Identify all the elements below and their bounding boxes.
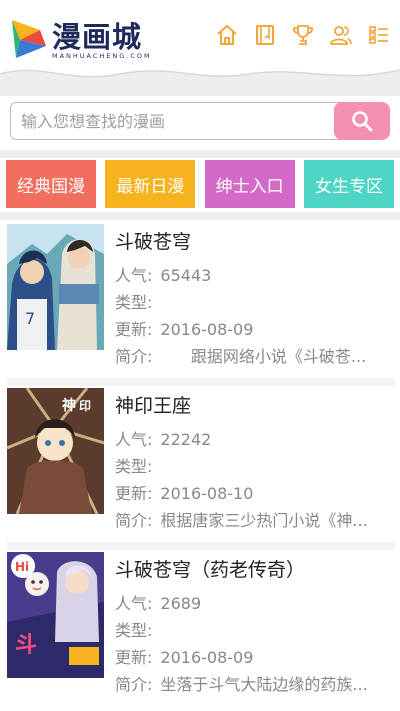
type-label: 类型:	[115, 293, 153, 312]
comic-cover-image[interactable]: 7	[7, 224, 104, 350]
comic-list: 7 斗破苍穹 人气: 65443 类型: 更新: 2016-08-09 简介: 跟据…	[0, 222, 400, 711]
category-latest-japanese[interactable]: 最新日漫	[105, 160, 196, 208]
comic-type: 类型:	[115, 453, 395, 480]
app-logo-text: 漫画城	[52, 20, 143, 54]
popularity-value: 65443	[160, 266, 212, 285]
updated-value: 2016-08-09	[160, 320, 254, 339]
comic-updated: 更新: 2016-08-09	[115, 316, 395, 343]
trophy-icon[interactable]	[290, 22, 316, 48]
header-wave-divider	[0, 69, 400, 96]
header-nav	[214, 22, 392, 48]
svg-text:7: 7	[25, 309, 35, 328]
comic-list-item[interactable]: 斗 Hi 斗破苍穹（药老传奇） 人气: 2689 类型: 更新: 2016-08-0…	[0, 550, 400, 711]
comic-popularity: 人气: 65443	[115, 262, 395, 289]
section-divider	[0, 212, 400, 220]
comic-summary: 简介: 根据唐家三少热门小说《神...	[115, 507, 395, 534]
updated-label: 更新:	[115, 648, 153, 667]
search-button[interactable]	[334, 102, 390, 140]
app-header: 漫画城 MANHUACHENG.COM	[0, 0, 400, 96]
svg-text:神: 神	[62, 397, 76, 414]
category-girls[interactable]: 女生专区	[303, 160, 394, 208]
category-classic-chinese[interactable]: 经典国漫	[6, 160, 96, 208]
popularity-value: 2689	[160, 594, 202, 613]
category-tabs: 经典国漫 最新日漫 绅士入口 女生专区	[6, 160, 394, 208]
home-icon[interactable]	[214, 22, 240, 48]
updated-label: 更新:	[115, 320, 153, 339]
type-label: 类型:	[115, 457, 153, 476]
comic-list-item[interactable]: 神 印 神印王座 人气: 22242 类型: 更新: 2016-08-10 简介: 根…	[0, 386, 400, 550]
comic-info: 斗破苍穹（药老传奇） 人气: 2689 类型: 更新: 2016-08-09 简介:…	[115, 550, 395, 698]
menu-icon[interactable]	[366, 22, 392, 48]
user-icon[interactable]	[328, 22, 354, 48]
comic-info: 神印王座 人气: 22242 类型: 更新: 2016-08-10 简介: 根据唐家三…	[115, 386, 395, 534]
comic-title[interactable]: 神印王座	[115, 386, 395, 426]
comic-summary: 简介: 坐落于斗气大陆边缘的药族...	[115, 671, 395, 698]
comic-cover-image[interactable]: 斗 Hi	[7, 552, 104, 678]
comic-cover-image[interactable]: 神 印	[7, 388, 104, 514]
summary-label: 简介:	[115, 511, 153, 530]
type-label: 类型:	[115, 621, 153, 640]
comic-title[interactable]: 斗破苍穹（药老传奇）	[115, 550, 395, 590]
svg-text:斗: 斗	[15, 633, 37, 658]
app-logo-subtitle: MANHUACHENG.COM	[52, 52, 152, 60]
comic-popularity: 人气: 2689	[115, 590, 395, 617]
comic-type: 类型:	[115, 289, 395, 316]
updated-label: 更新:	[115, 484, 153, 503]
svg-text:Hi: Hi	[15, 560, 29, 574]
comic-updated: 更新: 2016-08-10	[115, 480, 395, 507]
comic-summary: 简介: 跟据网络小说《斗破苍...	[115, 343, 395, 370]
comic-updated: 更新: 2016-08-09	[115, 644, 395, 671]
book-icon[interactable]	[252, 22, 278, 48]
comic-list-item[interactable]: 7 斗破苍穹 人气: 65443 类型: 更新: 2016-08-09 简介: 跟据…	[0, 222, 400, 386]
comic-title[interactable]: 斗破苍穹	[115, 222, 395, 262]
summary-label: 简介:	[115, 347, 153, 366]
summary-text: 坐落于斗气大陆边缘的药族...	[160, 675, 368, 694]
updated-value: 2016-08-09	[160, 648, 254, 667]
svg-text:印: 印	[79, 399, 91, 413]
summary-text: 根据唐家三少热门小说《神...	[160, 511, 368, 530]
item-divider	[7, 542, 395, 550]
section-divider	[0, 150, 400, 158]
search-icon	[352, 111, 373, 132]
summary-text: 跟据网络小说《斗破苍...	[160, 347, 367, 366]
popularity-value: 22242	[160, 430, 212, 449]
category-gentleman[interactable]: 绅士入口	[204, 160, 295, 208]
comic-info: 斗破苍穹 人气: 65443 类型: 更新: 2016-08-09 简介: 跟据网络…	[115, 222, 395, 370]
popularity-label: 人气:	[115, 430, 153, 449]
comic-type: 类型:	[115, 617, 395, 644]
search-input[interactable]	[10, 102, 340, 140]
summary-label: 简介:	[115, 675, 153, 694]
comic-popularity: 人气: 22242	[115, 426, 395, 453]
popularity-label: 人气:	[115, 266, 153, 285]
search-bar	[10, 102, 390, 140]
logo-icon[interactable]	[10, 18, 48, 60]
item-divider	[7, 378, 395, 386]
updated-value: 2016-08-10	[160, 484, 254, 503]
popularity-label: 人气:	[115, 594, 153, 613]
